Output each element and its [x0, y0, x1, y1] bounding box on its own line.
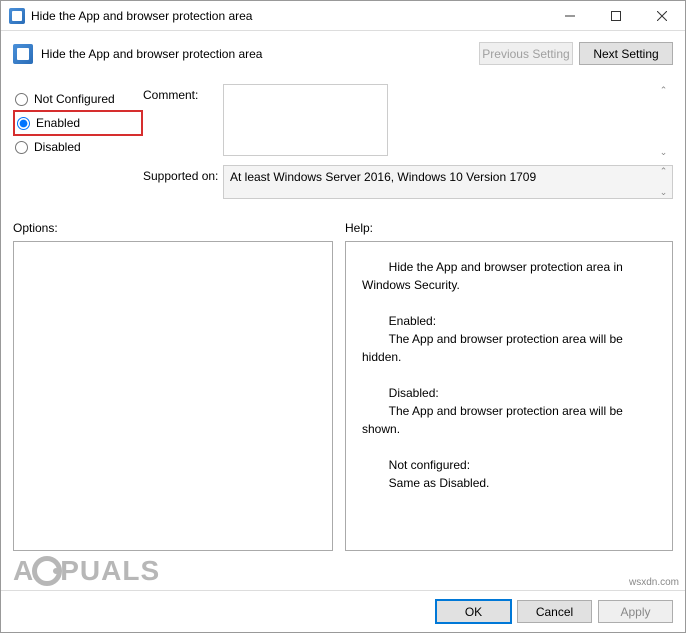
supported-on-label: Supported on:	[143, 165, 223, 199]
next-setting-button[interactable]: Next Setting	[579, 42, 673, 65]
radio-not-configured[interactable]: Not Configured	[13, 88, 143, 110]
radio-enabled[interactable]: Enabled	[13, 110, 143, 136]
cancel-button[interactable]: Cancel	[517, 600, 592, 623]
radio-enabled-input[interactable]	[17, 117, 30, 130]
credit-text: wsxdn.com	[629, 577, 679, 588]
maximize-button[interactable]	[593, 1, 639, 30]
supported-scrollbar[interactable]: ⌃⌄	[655, 166, 672, 198]
app-icon	[9, 8, 25, 24]
radio-not-configured-input[interactable]	[15, 93, 28, 106]
comment-label: Comment:	[143, 84, 223, 159]
state-radio-group: Not Configured Enabled Disabled	[13, 84, 143, 205]
watermark-disc-icon	[32, 556, 62, 586]
policy-icon	[13, 44, 33, 64]
apply-button: Apply	[598, 600, 673, 623]
watermark-pre: A	[13, 555, 34, 587]
footer-buttons: OK Cancel Apply	[1, 590, 685, 632]
ok-button[interactable]: OK	[436, 600, 511, 623]
minimize-button[interactable]	[547, 1, 593, 30]
radio-disabled-input[interactable]	[15, 141, 28, 154]
toolbar: Hide the App and browser protection area…	[1, 31, 685, 76]
close-button[interactable]	[639, 1, 685, 30]
titlebar: Hide the App and browser protection area	[1, 1, 685, 31]
policy-subtitle: Hide the App and browser protection area	[41, 47, 473, 61]
help-label: Help:	[345, 221, 373, 235]
window-controls	[547, 1, 685, 30]
watermark-post: PUALS	[60, 555, 160, 587]
comment-scrollbar[interactable]: ⌃⌄	[655, 85, 672, 158]
window-title: Hide the App and browser protection area	[31, 9, 547, 23]
supported-on-box: At least Windows Server 2016, Windows 10…	[223, 165, 673, 199]
radio-not-configured-label: Not Configured	[34, 92, 115, 106]
options-label: Options:	[13, 221, 345, 235]
watermark-logo: A PUALS	[13, 555, 160, 587]
radio-enabled-label: Enabled	[36, 116, 80, 130]
radio-disabled[interactable]: Disabled	[13, 136, 143, 158]
previous-setting-button: Previous Setting	[479, 42, 573, 65]
options-panel	[13, 241, 333, 551]
radio-disabled-label: Disabled	[34, 140, 81, 154]
help-panel: Hide the App and browser protection area…	[345, 241, 673, 551]
main-content: Not Configured Enabled Disabled Comment:…	[1, 76, 685, 551]
supported-on-value: At least Windows Server 2016, Windows 10…	[230, 170, 536, 184]
comment-textarea[interactable]	[223, 84, 388, 156]
